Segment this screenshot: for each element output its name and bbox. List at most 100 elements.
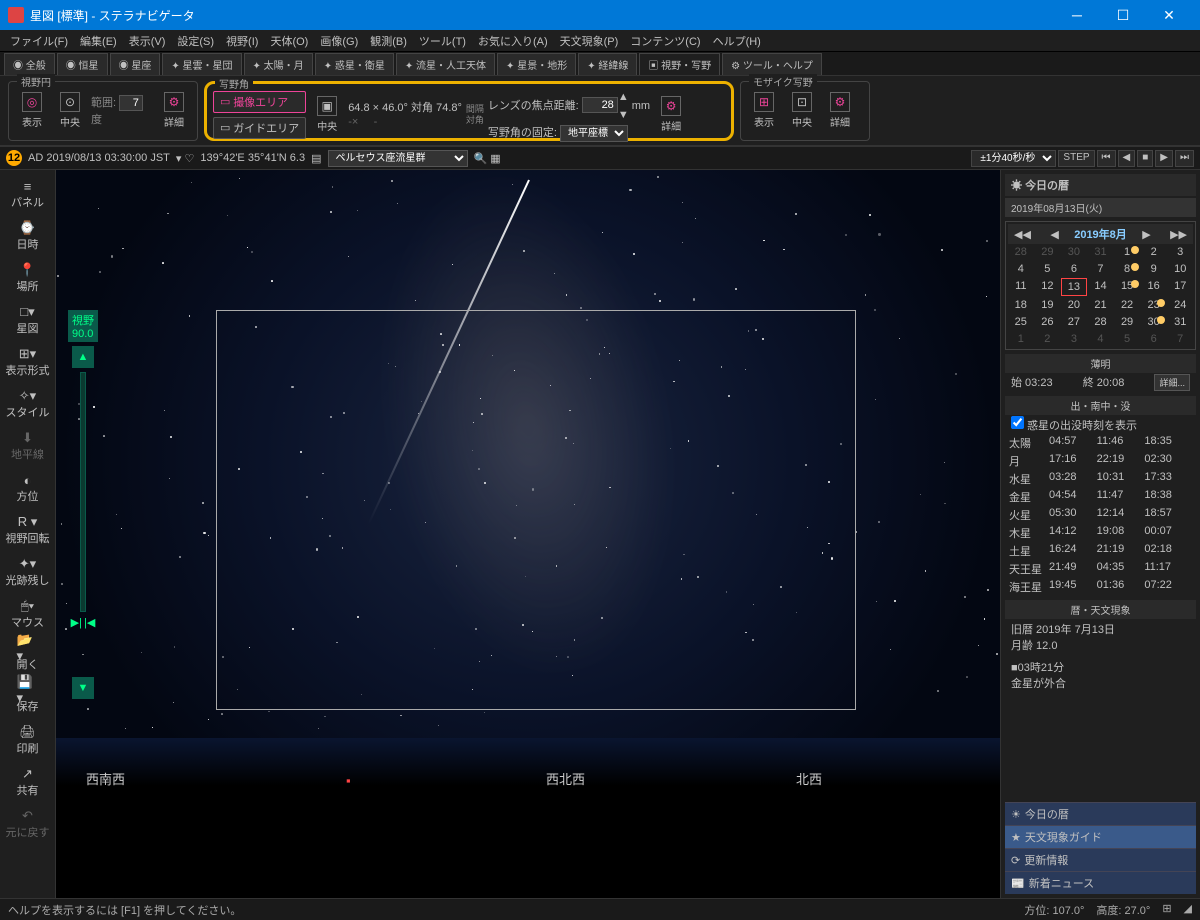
menu-item[interactable]: 表示(V) [123,31,172,51]
sidebar-item[interactable]: ⬇地平線 [2,426,53,466]
sky-view[interactable]: 視野90.0 ▲ ▶||◀ ▼ 西南西 ▪ 西北西 北西 [56,170,1000,898]
menu-item[interactable]: ファイル(F) [4,31,74,51]
fov-up-button[interactable]: ▲ [72,346,94,368]
minimize-button[interactable]: ─ [1054,0,1100,30]
cal-prev-month[interactable]: ◀ [1046,228,1062,241]
sidebar-item[interactable]: 💾▾保存 [2,678,53,718]
calendar-day[interactable]: 1 [1114,244,1140,260]
calendar-day[interactable]: 8 [1114,261,1140,277]
fov-down-button[interactable]: ▼ [72,677,94,699]
focal-length-input[interactable] [582,97,618,113]
cal-prev-year[interactable]: ◀◀ [1010,228,1035,241]
capture-area-button[interactable]: ▭ 撮像エリア [213,91,306,113]
sidebar-item[interactable]: □▾星図 [2,300,53,340]
skip-fwd-button[interactable]: ⏭ [1175,150,1194,167]
ribbon-tab[interactable]: ◉ 星座 [110,53,161,75]
calendar-day[interactable]: 31 [1167,314,1193,330]
calendar-day[interactable]: 14 [1088,278,1114,296]
planet-rise-checkbox[interactable] [1011,416,1024,429]
calendar-day[interactable]: 28 [1088,314,1114,330]
mosaic-detail-button[interactable]: ⚙詳細 [823,90,857,131]
ribbon-tab[interactable]: ✦ 経緯線 [578,53,637,75]
panel-tab[interactable]: ★天文現象ガイド [1005,825,1196,848]
calendar-day[interactable]: 3 [1167,244,1193,260]
sidebar-item[interactable]: ✦▾光跡残し [2,552,53,592]
calendar-day[interactable]: 2 [1141,244,1167,260]
panel-tab[interactable]: 📰新着ニュース [1005,871,1196,894]
grid-icon[interactable]: ⊞ [1162,902,1171,918]
fov-detail-button[interactable]: ⚙詳細 [157,90,191,131]
sidebar-item[interactable]: ⊞▾表示形式 [2,342,53,382]
calendar-day[interactable]: 5 [1035,261,1061,277]
calendar-day[interactable]: 27 [1061,314,1087,330]
fov-center-button[interactable]: ⊙中央 [53,90,87,131]
cal-next-month[interactable]: ▶ [1138,228,1154,241]
skip-back-button[interactable]: ⏮ [1097,150,1116,167]
panel-tab[interactable]: ☀今日の暦 [1005,802,1196,825]
ribbon-tab[interactable]: ✦ 流星・人工天体 [396,53,495,75]
mosaic-show-button[interactable]: ⊞表示 [747,90,781,131]
mosaic-center-button[interactable]: ⊡中央 [785,90,819,131]
guide-area-button[interactable]: ▭ ガイドエリア [213,117,306,139]
sidebar-item[interactable]: ⌚日時 [2,216,53,256]
sidebar-item[interactable]: R ▾視野回転 [2,510,53,550]
menu-item[interactable]: ツール(T) [413,31,472,51]
menu-item[interactable]: 視野(I) [220,31,264,51]
step-button[interactable]: STEP [1058,150,1094,167]
menu-item[interactable]: お気に入り(A) [472,31,554,51]
ribbon-tab[interactable]: ⚙ ツール・ヘルプ [722,53,822,75]
calendar-day[interactable]: 24 [1167,297,1193,313]
ribbon-tab[interactable]: ▣ 視野・写野 [639,53,720,75]
calendar-day[interactable]: 23 [1141,297,1167,313]
sidebar-item[interactable]: 📍場所 [2,258,53,298]
sidebar-item[interactable]: 📂▾開く [2,636,53,676]
calendar-day[interactable]: 29 [1114,314,1140,330]
speed-select[interactable]: ±1分40秒/秒 [971,150,1056,167]
sidebar-item[interactable]: ◐方位 [2,468,53,508]
menu-item[interactable]: 観測(B) [364,31,413,51]
menu-item[interactable]: 設定(S) [171,31,220,51]
calendar-day[interactable]: 22 [1114,297,1140,313]
twilight-detail-button[interactable]: 詳細... [1154,374,1190,391]
menu-item[interactable]: 編集(E) [74,31,123,51]
resize-grip-icon[interactable]: ◢ [1184,902,1192,918]
ribbon-tab[interactable]: ◉ 全般 [4,53,55,75]
calendar-day[interactable]: 30 [1141,314,1167,330]
stop-button[interactable]: ■ [1137,150,1153,167]
calendar-day[interactable]: 10 [1167,261,1193,277]
coordinates[interactable]: 139°42'E 35°41'N 6.3 [200,152,305,164]
ribbon-tab[interactable]: ✦ 星雲・星団 [162,53,241,75]
frame-detail-button[interactable]: ⚙詳細 [654,94,688,135]
menu-item[interactable]: 天体(O) [264,31,314,51]
sidebar-item[interactable]: ↗共有 [2,762,53,802]
sidebar-item[interactable]: ↶元に戻す [2,804,53,844]
sidebar-item[interactable]: ≡パネル [2,174,53,214]
date-time[interactable]: AD 2019/08/13 03:30:00 JST [28,152,170,164]
maximize-button[interactable]: ☐ [1100,0,1146,30]
menu-item[interactable]: ヘルプ(H) [707,31,767,51]
calendar-day[interactable]: 16 [1141,278,1167,296]
ribbon-tab[interactable]: ✦ 太陽・月 [244,53,313,75]
calendar-day[interactable]: 17 [1167,278,1193,296]
close-button[interactable]: ✕ [1146,0,1192,30]
prev-button[interactable]: ◀ [1118,150,1136,167]
calendar-day[interactable]: 21 [1088,297,1114,313]
calendar-day[interactable]: 18 [1008,297,1034,313]
calendar-day[interactable]: 9 [1141,261,1167,277]
sidebar-item[interactable]: 🖱▾マウス [2,594,53,634]
calendar-day[interactable]: 6 [1061,261,1087,277]
calendar-day[interactable]: 12 [1035,278,1061,296]
target-select[interactable]: ペルセウス座流星群 [328,150,468,167]
capture-frame[interactable] [216,310,856,710]
menu-item[interactable]: 画像(G) [314,31,364,51]
calendar-day[interactable]: 19 [1035,297,1061,313]
fov-track[interactable] [80,372,86,612]
calendar-day[interactable]: 4 [1008,261,1034,277]
fov-range-input[interactable] [119,95,143,111]
calendar-day[interactable]: 13 [1061,278,1087,296]
calendar-day[interactable]: 26 [1035,314,1061,330]
ribbon-tab[interactable]: ✦ 星景・地形 [497,53,576,75]
calendar-day[interactable]: 11 [1008,278,1034,296]
cal-next-year[interactable]: ▶▶ [1166,228,1191,241]
fov-show-button[interactable]: ◎表示 [15,90,49,131]
